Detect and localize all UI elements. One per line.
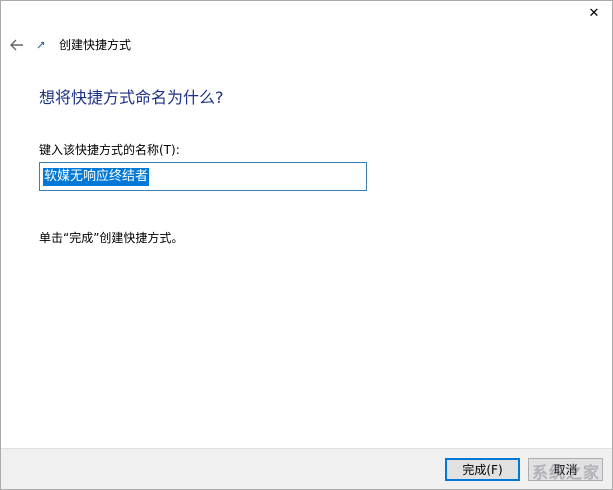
wizard-footer: 完成(F) 取消	[1, 448, 612, 489]
page-heading: 想将快捷方式命名为什么?	[39, 88, 224, 107]
name-field-label: 键入该快捷方式的名称(T):	[39, 143, 180, 157]
shortcut-wizard-icon	[37, 41, 45, 49]
wizard-title: 创建快捷方式	[59, 38, 132, 52]
back-arrow-icon	[10, 39, 23, 51]
close-button[interactable]: ✕	[576, 1, 612, 25]
finish-hint: 单击“完成”创建快捷方式。	[39, 231, 184, 245]
wizard-header: 创建快捷方式	[1, 33, 612, 57]
back-button[interactable]	[7, 35, 27, 55]
shortcut-name-input[interactable]: 软媒无响应终结者	[39, 162, 367, 191]
shortcut-wizard-window: ✕ 创建快捷方式 想将快捷方式命名为什么? 键入该快捷方式的名称(T): 软媒无…	[0, 0, 613, 490]
shortcut-name-value: 软媒无响应终结者	[43, 167, 150, 186]
close-icon: ✕	[588, 5, 600, 21]
finish-button[interactable]: 完成(F)	[445, 458, 520, 481]
cancel-button[interactable]: 取消	[528, 458, 603, 481]
